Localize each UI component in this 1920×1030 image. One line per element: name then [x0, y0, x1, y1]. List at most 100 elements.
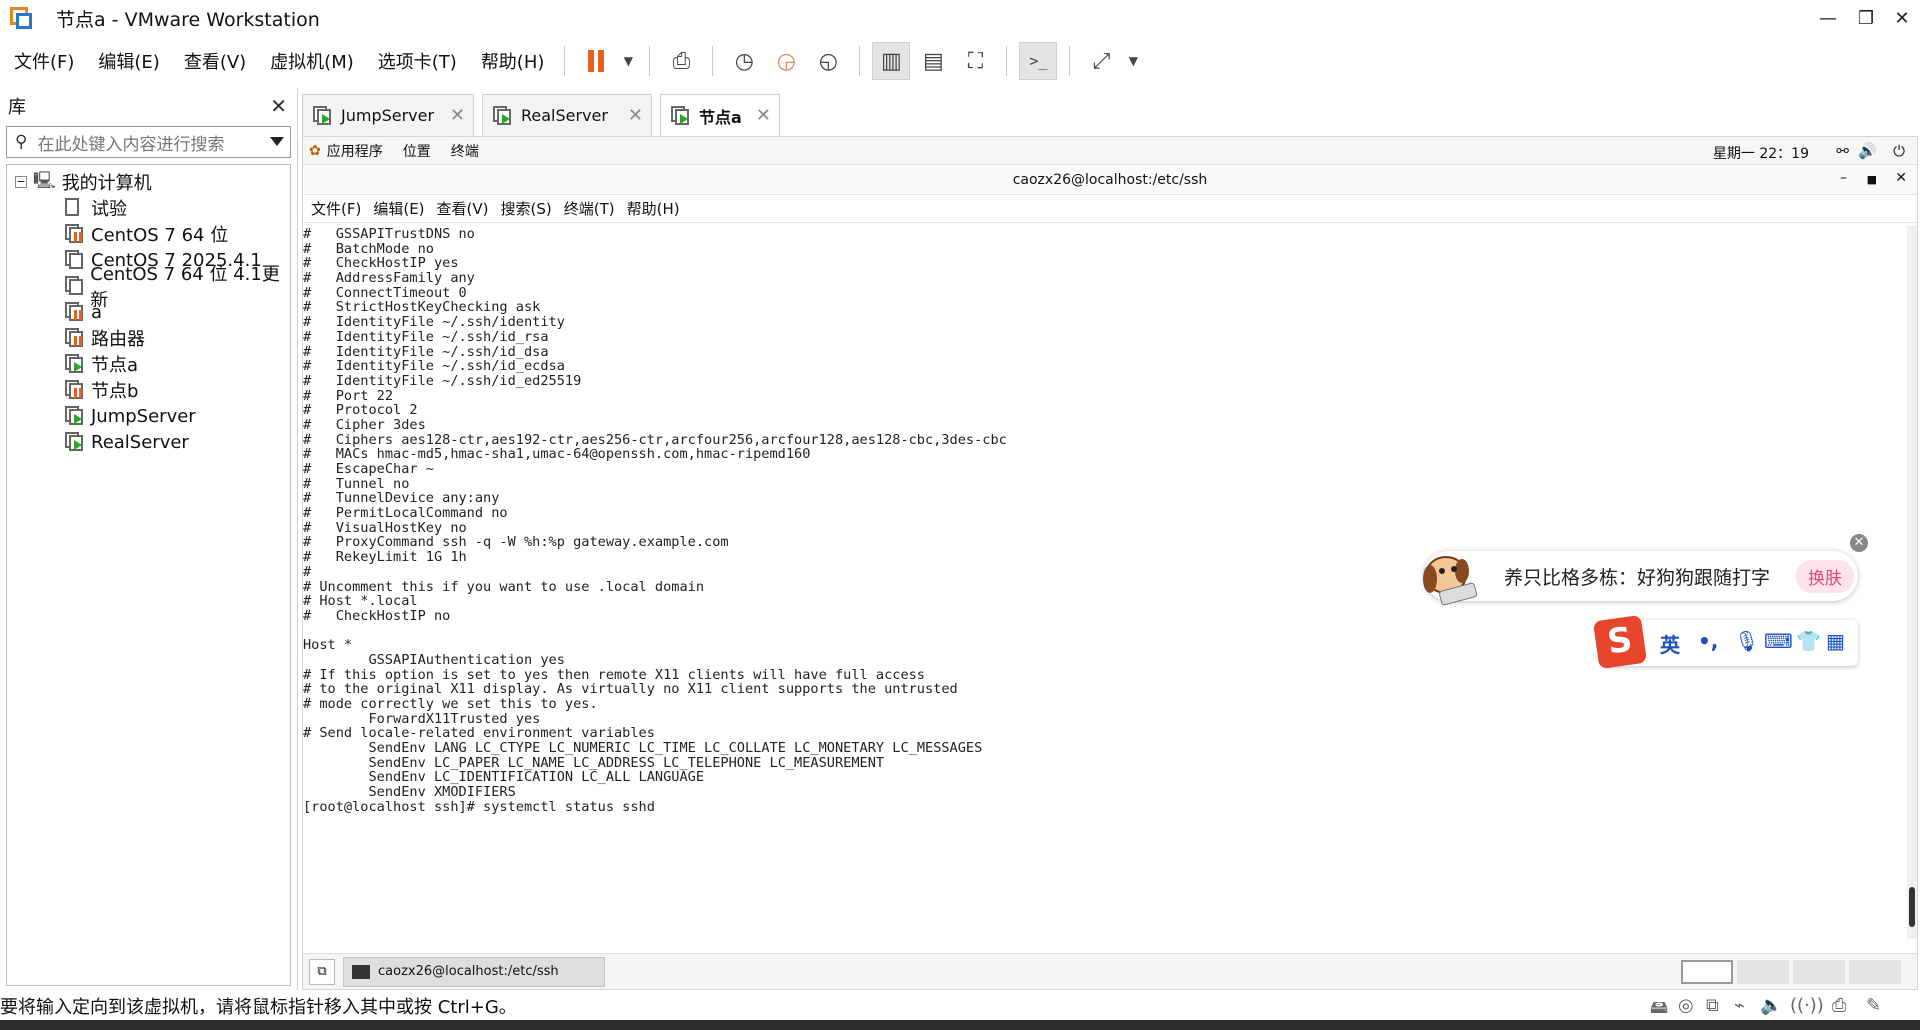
gnome-places-menu[interactable]: 位置	[403, 141, 431, 161]
toolbox-icon[interactable]: ▦	[1826, 629, 1845, 653]
usb-icon[interactable]: ⌁	[1734, 995, 1745, 1016]
ime-skin-tip[interactable]: 养只比格多栋：好狗狗跟随打字 换肤	[1423, 551, 1858, 606]
workspace-4[interactable]	[1849, 960, 1901, 984]
close-tab-icon[interactable]: ✕	[628, 105, 643, 126]
ime-toolbar: S 英 •, 🎙 ⌨ 👕 ▦	[1592, 614, 1858, 670]
ime-tip-close-icon[interactable]: ✕	[1850, 534, 1868, 552]
minimize-button[interactable]: —	[1808, 0, 1848, 36]
menu-view[interactable]: 查看(V)	[174, 48, 256, 74]
message-log-icon[interactable]: ✎	[1866, 995, 1881, 1016]
computer-icon: 🖳	[33, 170, 56, 191]
ime-language-toggle[interactable]: 英	[1660, 629, 1680, 658]
gnome-foot-icon: ✿	[309, 142, 321, 159]
network-icon[interactable]: ⚯	[1836, 142, 1849, 160]
thumbnail-bar-icon[interactable]: ▤	[914, 42, 952, 80]
vm-label: CentOS 7 64 位	[91, 225, 229, 246]
cd-rom-icon[interactable]: ◎	[1678, 995, 1694, 1016]
fullscreen-icon[interactable]: ⤢	[1082, 42, 1120, 80]
microphone-icon[interactable]: 🎙	[1734, 629, 1759, 653]
workspace-1[interactable]	[1681, 960, 1733, 984]
terminal-line: # EscapeChar ~	[303, 461, 434, 477]
pause-icon[interactable]	[577, 42, 615, 80]
terminal-menu-help[interactable]: 帮助(H)	[627, 198, 680, 219]
tree-item-vm[interactable]: JumpServer	[7, 403, 290, 429]
terminal-line: # PermitLocalCommand no	[303, 505, 508, 522]
collapse-icon[interactable]: −	[15, 176, 27, 188]
speaker-icon[interactable]: 🔊	[1858, 142, 1877, 160]
show-desktop-icon[interactable]: ⧉	[309, 958, 335, 985]
terminal-line: # StrictHostKeyChecking ask	[303, 299, 541, 316]
menu-edit[interactable]: 编辑(E)	[88, 48, 169, 74]
tree-item-vm[interactable]: 路由器	[7, 325, 290, 351]
terminal-minimize-button[interactable]: –	[1840, 170, 1847, 186]
tab-node-a[interactable]: 节点a ✕	[660, 94, 780, 136]
workspace-3[interactable]	[1793, 960, 1845, 984]
window-title: 节点a - VMware Workstation	[56, 8, 320, 31]
chevron-down-icon[interactable]	[270, 137, 284, 146]
scrollbar-thumb[interactable]	[1909, 887, 1915, 927]
console-icon[interactable]: >_	[1019, 42, 1058, 80]
terminal-menu-search[interactable]: 搜索(S)	[501, 198, 552, 219]
snapshot-icon[interactable]: ◷	[725, 42, 763, 80]
terminal-maximize-button[interactable]: ■	[1867, 173, 1877, 186]
workspace-2[interactable]	[1737, 960, 1789, 984]
toolbar-separator	[1006, 46, 1008, 76]
gnome-clock[interactable]: 星期一 22：19	[1713, 143, 1809, 163]
close-library-icon[interactable]: ✕	[270, 94, 287, 118]
tab-realserver[interactable]: RealServer ✕	[482, 94, 652, 136]
host-taskbar-strip	[0, 1020, 1920, 1030]
wireless-icon[interactable]: ((·))	[1790, 995, 1824, 1016]
terminal-menu-file[interactable]: 文件(F)	[311, 198, 361, 219]
terminal-menu-terminal[interactable]: 终端(T)	[564, 198, 615, 219]
keyboard-icon[interactable]: ⌨	[1764, 629, 1793, 653]
ime-change-skin-button[interactable]: 换肤	[1796, 559, 1854, 593]
tree-item-vm[interactable]: 节点b	[7, 377, 290, 403]
menu-file[interactable]: 文件(F)	[4, 48, 84, 74]
tree-item-vm[interactable]: 试验	[7, 195, 290, 221]
terminal-line: # IdentityFile ~/.ssh/id_dsa	[303, 343, 549, 360]
terminal-line: # ProxyCommand ssh -q -W %h:%p gateway.e…	[303, 534, 729, 551]
terminal-menu-edit[interactable]: 编辑(E)	[373, 198, 424, 219]
close-tab-icon[interactable]: ✕	[756, 105, 771, 126]
menu-help[interactable]: 帮助(H)	[471, 48, 555, 74]
skin-icon[interactable]: 👕	[1796, 629, 1821, 653]
menu-toolbar: 文件(F) 编辑(E) 查看(V) 虚拟机(M) 选项卡(T) 帮助(H) ▼ …	[0, 38, 1920, 84]
menu-vm[interactable]: 虚拟机(M)	[260, 48, 364, 74]
revert-snapshot-icon[interactable]: ◶	[767, 42, 805, 80]
terminal-scrollbar[interactable]	[1907, 225, 1917, 939]
tree-item-vm[interactable]: CentOS 7 64 位 4.1更新	[7, 264, 290, 311]
tab-jumpserver[interactable]: JumpServer ✕	[302, 94, 474, 136]
terminal-title: caozx26@localhost:/etc/ssh	[1012, 171, 1208, 188]
network-adapter-icon[interactable]: ⧉	[1706, 995, 1719, 1016]
title-bar: 节点a - VMware Workstation — ❐ ✕	[0, 0, 1920, 36]
tree-root-my-computer[interactable]: − 🖳 我的计算机	[7, 169, 290, 195]
terminal-line: # If this option is set to yes then remo…	[303, 666, 925, 683]
send-ctrl-alt-del-icon[interactable]: ⎙	[662, 42, 700, 80]
terminal-close-button[interactable]: ✕	[1895, 170, 1907, 186]
sogou-logo-icon[interactable]: S	[1592, 614, 1648, 670]
search-icon: ⚲	[15, 132, 28, 152]
fit-guest-icon[interactable]: ⛶	[956, 42, 994, 80]
taskbar-window-terminal[interactable]: caozx26@localhost:/etc/ssh	[343, 956, 605, 987]
library-search-input[interactable]: ⚲ 在此处键入内容进行搜索	[6, 126, 291, 158]
vm-paused-icon	[65, 224, 85, 244]
chevron-down-icon[interactable]: ▼	[1124, 42, 1142, 80]
tree-item-vm[interactable]: 节点a	[7, 351, 290, 377]
chevron-down-icon[interactable]: ▼	[619, 42, 637, 80]
power-icon[interactable]: ⏻	[1893, 142, 1905, 160]
gnome-terminal-menu[interactable]: 终端	[451, 141, 479, 161]
ime-punctuation-toggle[interactable]: •,	[1698, 629, 1718, 653]
maximize-button[interactable]: ❐	[1846, 0, 1886, 36]
tree-item-vm[interactable]: RealServer	[7, 429, 290, 455]
tree-item-vm[interactable]: CentOS 7 64 位	[7, 221, 290, 247]
sound-card-icon[interactable]: 🔈	[1760, 995, 1782, 1016]
snapshot-manager-icon[interactable]: ◵	[809, 42, 847, 80]
gnome-applications-menu[interactable]: 应用程序	[327, 141, 383, 161]
printer-icon[interactable]: ⎙	[1832, 995, 1846, 1016]
terminal-menu-view[interactable]: 查看(V)	[437, 198, 489, 219]
status-message: 要将输入定向到该虚拟机，请将鼠标指针移入其中或按 Ctrl+G。	[0, 997, 517, 1018]
menu-tabs[interactable]: 选项卡(T)	[368, 48, 467, 74]
close-tab-icon[interactable]: ✕	[450, 105, 465, 126]
close-button[interactable]: ✕	[1882, 0, 1920, 36]
show-library-icon[interactable]: ▥	[872, 42, 911, 80]
